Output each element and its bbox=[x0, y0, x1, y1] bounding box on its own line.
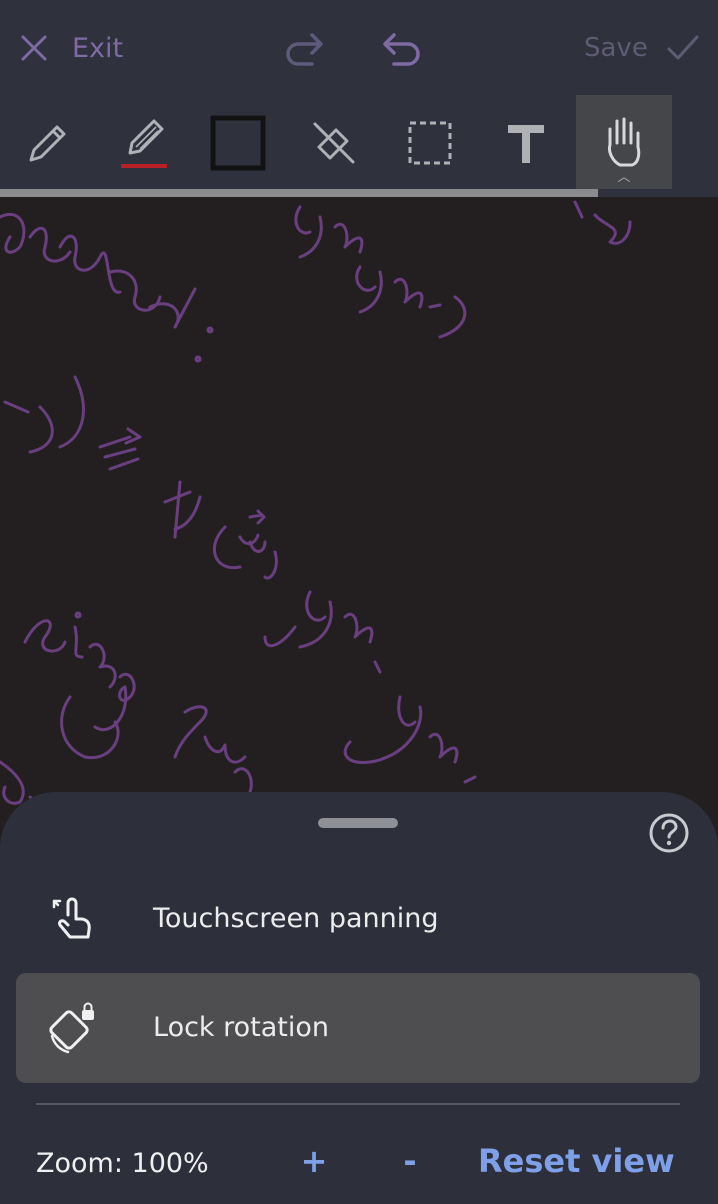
handwriting-stroke bbox=[343, 695, 477, 784]
selection-icon bbox=[408, 121, 452, 165]
lock-rotation-option[interactable]: Lock rotation bbox=[16, 973, 700, 1083]
exit-label: Exit bbox=[72, 32, 124, 64]
help-icon bbox=[649, 813, 689, 853]
handwriting-stroke bbox=[3, 375, 142, 471]
zoom-in-button[interactable]: + bbox=[294, 1142, 334, 1180]
help-button[interactable] bbox=[648, 812, 690, 854]
redo-button[interactable] bbox=[280, 24, 330, 72]
save-button[interactable]: Save bbox=[584, 28, 700, 68]
zoom-out-button[interactable]: - bbox=[390, 1142, 430, 1180]
eraser-tool-button[interactable] bbox=[286, 95, 382, 191]
checkmark-icon bbox=[667, 35, 699, 60]
handwriting-stroke bbox=[263, 590, 382, 674]
reset-view-button[interactable]: Reset view bbox=[478, 1142, 675, 1180]
eraser-icon bbox=[313, 122, 355, 164]
pan-options-sheet: Touchscreen panning Lock rotation Zoom: … bbox=[0, 792, 718, 1204]
square-icon bbox=[210, 115, 266, 171]
close-icon bbox=[21, 35, 47, 61]
document-icon bbox=[695, 118, 718, 168]
touchscreen-panning-option[interactable]: Touchscreen panning bbox=[16, 864, 700, 974]
text-tool-button[interactable] bbox=[478, 95, 574, 191]
highlighter-icon bbox=[121, 119, 167, 168]
divider bbox=[36, 1103, 680, 1105]
shape-tool-button[interactable] bbox=[190, 95, 286, 191]
touch-pan-icon bbox=[52, 897, 91, 939]
rotation-lock-icon bbox=[49, 1002, 94, 1054]
toolbar-scrollbar-thumb[interactable] bbox=[0, 189, 598, 197]
redo-icon bbox=[286, 33, 323, 66]
sheet-drag-handle[interactable] bbox=[318, 818, 398, 828]
lock-rotation-label: Lock rotation bbox=[153, 1012, 330, 1043]
text-icon bbox=[508, 125, 544, 163]
more-tool-button[interactable] bbox=[672, 95, 718, 191]
handwriting-stroke bbox=[173, 705, 253, 794]
exit-button[interactable]: Exit bbox=[18, 28, 123, 68]
handwriting-stroke bbox=[163, 480, 278, 580]
chevron-up-icon: ︿ bbox=[617, 170, 631, 185]
pen-tool-button[interactable] bbox=[0, 95, 96, 191]
touchscreen-panning-label: Touchscreen panning bbox=[153, 903, 439, 934]
pan-tool-button[interactable]: ︿ bbox=[576, 95, 672, 191]
top-bar: Exit Save bbox=[0, 0, 718, 95]
undo-icon bbox=[383, 33, 420, 66]
pencil-icon bbox=[29, 125, 66, 162]
hand-icon bbox=[608, 117, 641, 167]
tool-bar: ︿ bbox=[0, 95, 718, 192]
handwriting-stroke bbox=[573, 200, 632, 245]
handwriting-stroke bbox=[294, 205, 467, 339]
zoom-level-label: Zoom: 100% bbox=[36, 1148, 209, 1179]
select-tool-button[interactable] bbox=[382, 95, 478, 191]
highlighter-tool-button[interactable] bbox=[96, 95, 192, 191]
save-label: Save bbox=[584, 33, 648, 63]
handwriting-stroke bbox=[0, 212, 214, 363]
handwriting-stroke bbox=[23, 611, 136, 731]
undo-button[interactable] bbox=[376, 24, 426, 72]
